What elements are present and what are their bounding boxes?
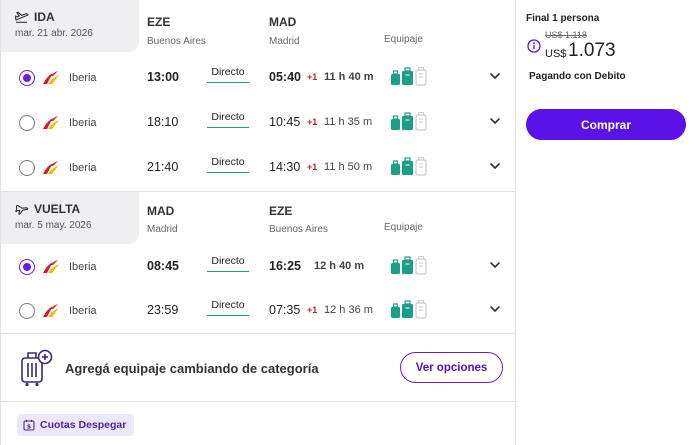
next-day-indicator: +1 [307, 117, 318, 127]
airline-name: Iberia [69, 117, 97, 129]
next-day-indicator: +1 [307, 305, 318, 315]
arrival-time: 05:40 [269, 70, 301, 84]
flight-duration: 12 h 36 m [324, 304, 373, 316]
airline-name: Iberia [69, 72, 97, 84]
flight-duration: 11 h 50 m [324, 161, 373, 173]
view-options-button[interactable]: Ver opciones [400, 352, 503, 383]
flight-option-row[interactable]: Iberia 08:45 Directo 16:25 12 h 40 m [1, 245, 517, 289]
baggage-icon [391, 67, 427, 86]
iberia-logo-icon [43, 304, 59, 317]
info-icon[interactable] [527, 39, 541, 53]
inbound-origin-city: Madrid [147, 224, 178, 235]
chevron-down-icon[interactable] [489, 303, 501, 315]
price-label: Final 1 persona [526, 13, 600, 24]
baggage-icon [391, 157, 427, 176]
flight-option-row[interactable]: Iberia 21:40 Directo 14:30 +1 11 h 50 m [1, 146, 517, 190]
flight-radio[interactable] [19, 160, 35, 176]
price-currency: US$ [545, 48, 567, 60]
outbound-dest-code: MAD [269, 15, 297, 29]
airline-name: Iberia [69, 162, 97, 174]
cuotas-label: Cuotas Despegar [40, 419, 127, 431]
buy-button[interactable]: Comprar [526, 109, 686, 140]
stops-label[interactable]: Directo [207, 66, 249, 83]
flight-duration: 11 h 40 m [324, 71, 374, 83]
stops-label[interactable]: Directo [207, 299, 249, 316]
price-amount: 1.073 [568, 40, 616, 61]
outbound-baggage-label: Equipaje [384, 34, 423, 45]
flight-radio[interactable] [19, 259, 35, 275]
flight-option-row[interactable]: Iberia 23:59 Directo 07:35 +1 12 h 36 m [1, 289, 517, 333]
next-day-indicator: +1 [307, 72, 318, 82]
departure-time: 13:00 [147, 70, 179, 84]
price-summary-card: Final 1 persona US$ 1.118 US$ 1.073 Paga… [516, 0, 695, 445]
inbound-origin-code: MAD [147, 204, 175, 218]
baggage-icon [391, 300, 427, 319]
outbound-badge: IDA mar. 21 abr. 2026 [1, 0, 139, 52]
departure-time: 23:59 [147, 303, 179, 317]
inbound-section: VUELTA mar. 5 may. 2026 MAD Madrid EZE B… [1, 192, 517, 333]
baggage-upgrade-banner: Agregá equipaje cambiando de categoría V… [1, 333, 517, 401]
cuotas-badge[interactable]: $ Cuotas Despegar [17, 414, 135, 436]
flight-results-card: IDA mar. 21 abr. 2026 EZE Buenos Aires M… [0, 0, 517, 445]
flight-radio[interactable] [19, 303, 35, 319]
departure-time: 18:10 [147, 115, 179, 129]
stops-label[interactable]: Directo [207, 156, 249, 173]
suitcase-plus-icon [21, 349, 53, 387]
arrival-time: 14:30 [269, 160, 301, 174]
iberia-logo-icon [43, 260, 59, 273]
chevron-down-icon[interactable] [489, 70, 501, 82]
chevron-down-icon[interactable] [489, 115, 501, 127]
chevron-down-icon[interactable] [489, 160, 501, 172]
flight-duration: 12 h 40 m [314, 260, 365, 272]
outbound-origin-city: Buenos Aires [147, 36, 206, 47]
chevron-down-icon[interactable] [489, 259, 501, 271]
svg-text:$: $ [27, 424, 31, 431]
calendar-dollar-icon: $ [23, 419, 35, 431]
departure-time: 08:45 [147, 259, 179, 273]
inbound-baggage-label: Equipaje [384, 222, 423, 233]
outbound-dest-city: Madrid [269, 36, 300, 47]
flight-option-row[interactable]: Iberia 13:00 Directo 05:40 +1 11 h 40 m [1, 56, 517, 100]
plane-return-icon [15, 204, 29, 215]
flight-radio[interactable] [19, 115, 35, 131]
section-divider [1, 401, 517, 402]
baggage-icon [391, 112, 427, 131]
inbound-dest-code: EZE [269, 204, 293, 218]
flight-duration: 11 h 35 m [324, 116, 373, 128]
airline-name: Iberia [69, 261, 97, 273]
outbound-origin-code: EZE [147, 15, 171, 29]
arrival-time: 07:35 [269, 303, 301, 317]
arrival-time: 10:45 [269, 115, 301, 129]
arrival-time: 16:25 [269, 259, 301, 273]
outbound-title: IDA [34, 10, 55, 24]
payment-method-text: Pagando con Debito [529, 71, 626, 82]
iberia-logo-icon [43, 71, 59, 84]
outbound-section: IDA mar. 21 abr. 2026 EZE Buenos Aires M… [1, 0, 517, 191]
inbound-badge: VUELTA mar. 5 may. 2026 [1, 192, 139, 244]
iberia-logo-icon [43, 161, 59, 174]
departure-time: 21:40 [147, 160, 179, 174]
airline-name: Iberia [69, 305, 97, 317]
plane-departure-icon [15, 11, 29, 23]
flight-radio[interactable] [19, 70, 35, 86]
next-day-indicator: +1 [307, 162, 318, 172]
inbound-title: VUELTA [34, 202, 81, 216]
outbound-date: mar. 21 abr. 2026 [15, 28, 93, 39]
baggage-upgrade-text: Agregá equipaje cambiando de categoría [65, 361, 319, 376]
inbound-date: mar. 5 may. 2026 [15, 220, 92, 231]
baggage-icon [391, 256, 427, 275]
stops-label[interactable]: Directo [207, 111, 249, 128]
original-price: US$ 1.118 [545, 30, 587, 40]
inbound-dest-city: Buenos Aires [269, 224, 328, 235]
flight-option-row[interactable]: Iberia 18:10 Directo 10:45 +1 11 h 35 m [1, 101, 517, 145]
stops-label[interactable]: Directo [207, 255, 249, 272]
iberia-logo-icon [43, 116, 59, 129]
